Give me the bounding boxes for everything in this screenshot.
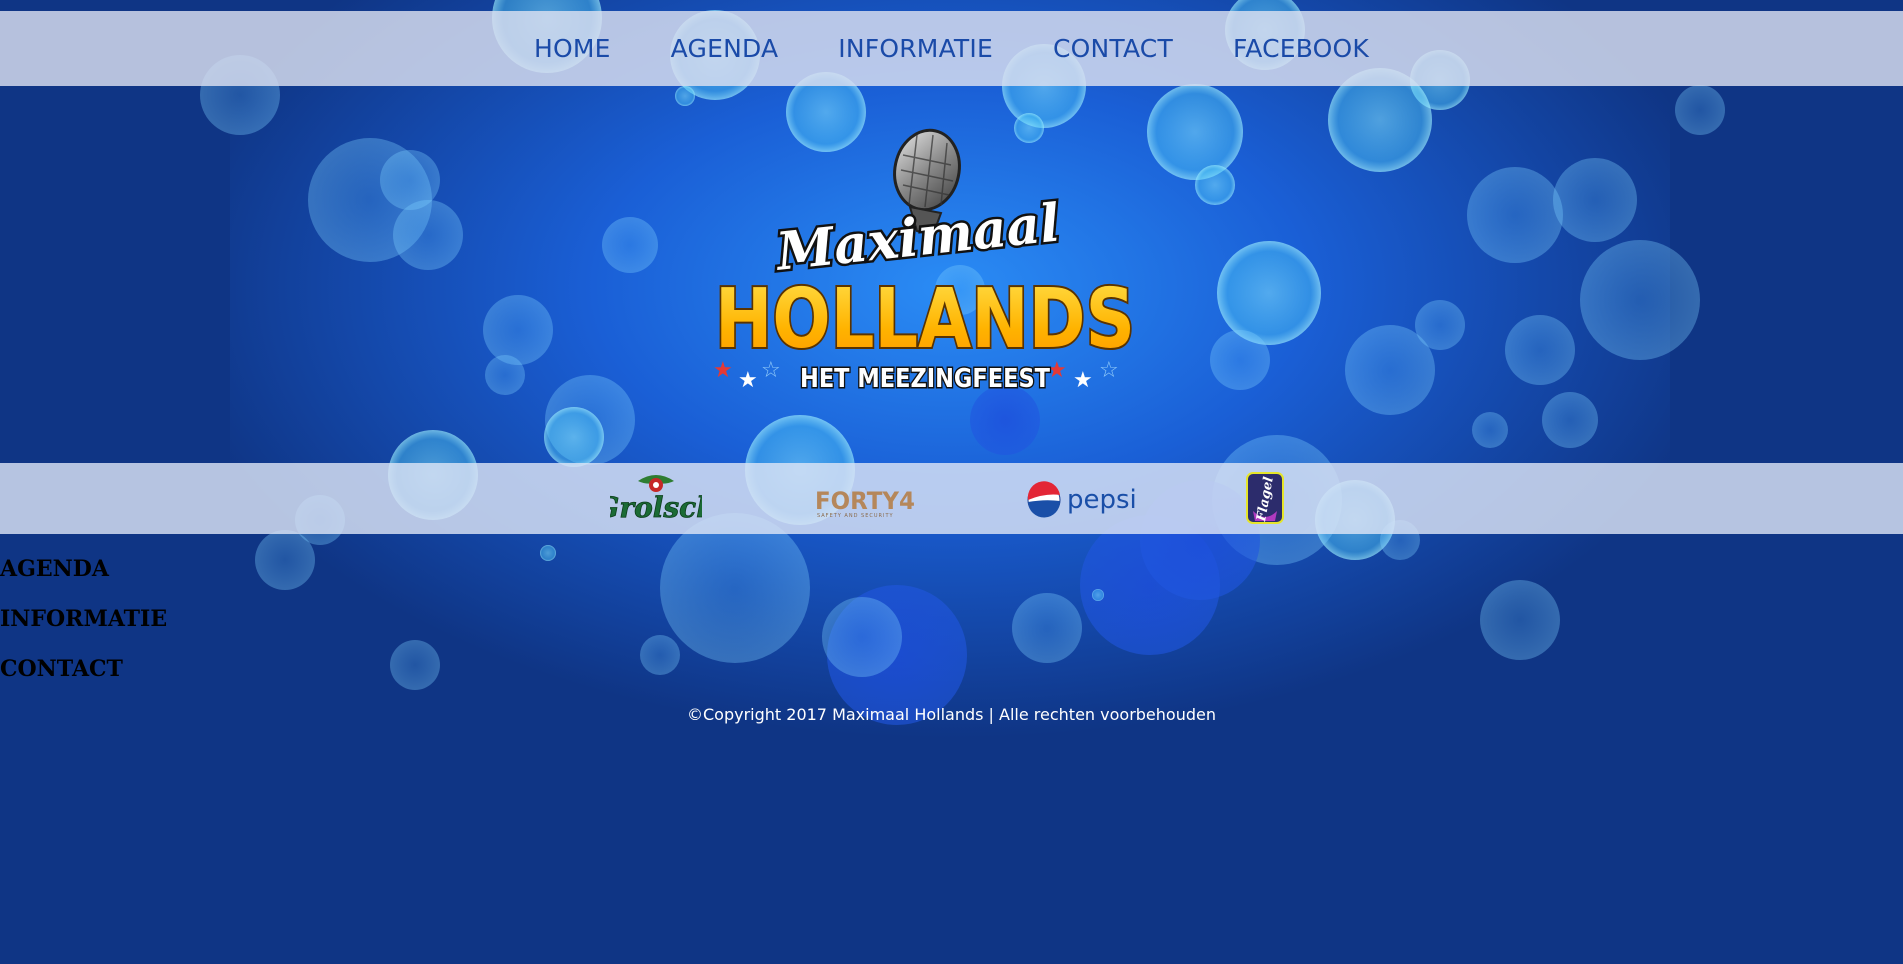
- svg-text:★: ★: [738, 368, 758, 393]
- page: HOME AGENDA INFORMATIE CONTACT FACEBOOK: [0, 0, 1903, 964]
- grolsch-text: Grolsch: [610, 491, 702, 524]
- flagel-logo[interactable]: Flagel: [1245, 471, 1285, 527]
- sponsor-bar: Grolsch FORTY4 SAFETY AND SECURITY pepsi…: [0, 463, 1903, 534]
- svg-text:★: ★: [713, 358, 733, 383]
- forty4-text: FORTY4: [815, 487, 915, 515]
- pepsi-text: pepsi: [1067, 485, 1137, 515]
- nav-home-link[interactable]: HOME: [504, 34, 641, 63]
- nav-facebook-link[interactable]: FACEBOOK: [1203, 34, 1399, 63]
- forty4-logo[interactable]: FORTY4 SAFETY AND SECURITY: [813, 471, 917, 527]
- grolsch-logo[interactable]: Grolsch: [610, 471, 702, 527]
- forty4-subtitle: SAFETY AND SECURITY: [817, 513, 894, 519]
- pepsi-logo[interactable]: pepsi: [1025, 471, 1145, 527]
- svg-text:☆: ☆: [1099, 358, 1119, 383]
- top-navbar: HOME AGENDA INFORMATIE CONTACT FACEBOOK: [0, 11, 1903, 86]
- nav-informatie-link[interactable]: INFORMATIE: [808, 34, 1023, 63]
- section-heading-contact: CONTACT: [0, 656, 123, 682]
- footer-copyright: ©Copyright 2017 Maximaal Hollands | Alle…: [687, 705, 1216, 724]
- logo-tagline: HET MEEZINGFEEST: [800, 364, 1050, 394]
- section-heading-agenda: AGENDA: [0, 556, 109, 582]
- nav-contact-link[interactable]: CONTACT: [1023, 34, 1203, 63]
- maximaal-hollands-logo: Maximaal HOLLANDS ★ ★ ☆ ★ ★ ☆ HET MEEZIN…: [713, 128, 1137, 396]
- svg-text:☆: ☆: [761, 358, 781, 383]
- svg-text:★: ★: [1073, 368, 1093, 393]
- section-heading-informatie: INFORMATIE: [0, 606, 168, 632]
- logo-main-line: HOLLANDS: [715, 272, 1135, 367]
- nav-list: HOME AGENDA INFORMATIE CONTACT FACEBOOK: [504, 34, 1399, 63]
- nav-agenda-link[interactable]: AGENDA: [641, 34, 809, 63]
